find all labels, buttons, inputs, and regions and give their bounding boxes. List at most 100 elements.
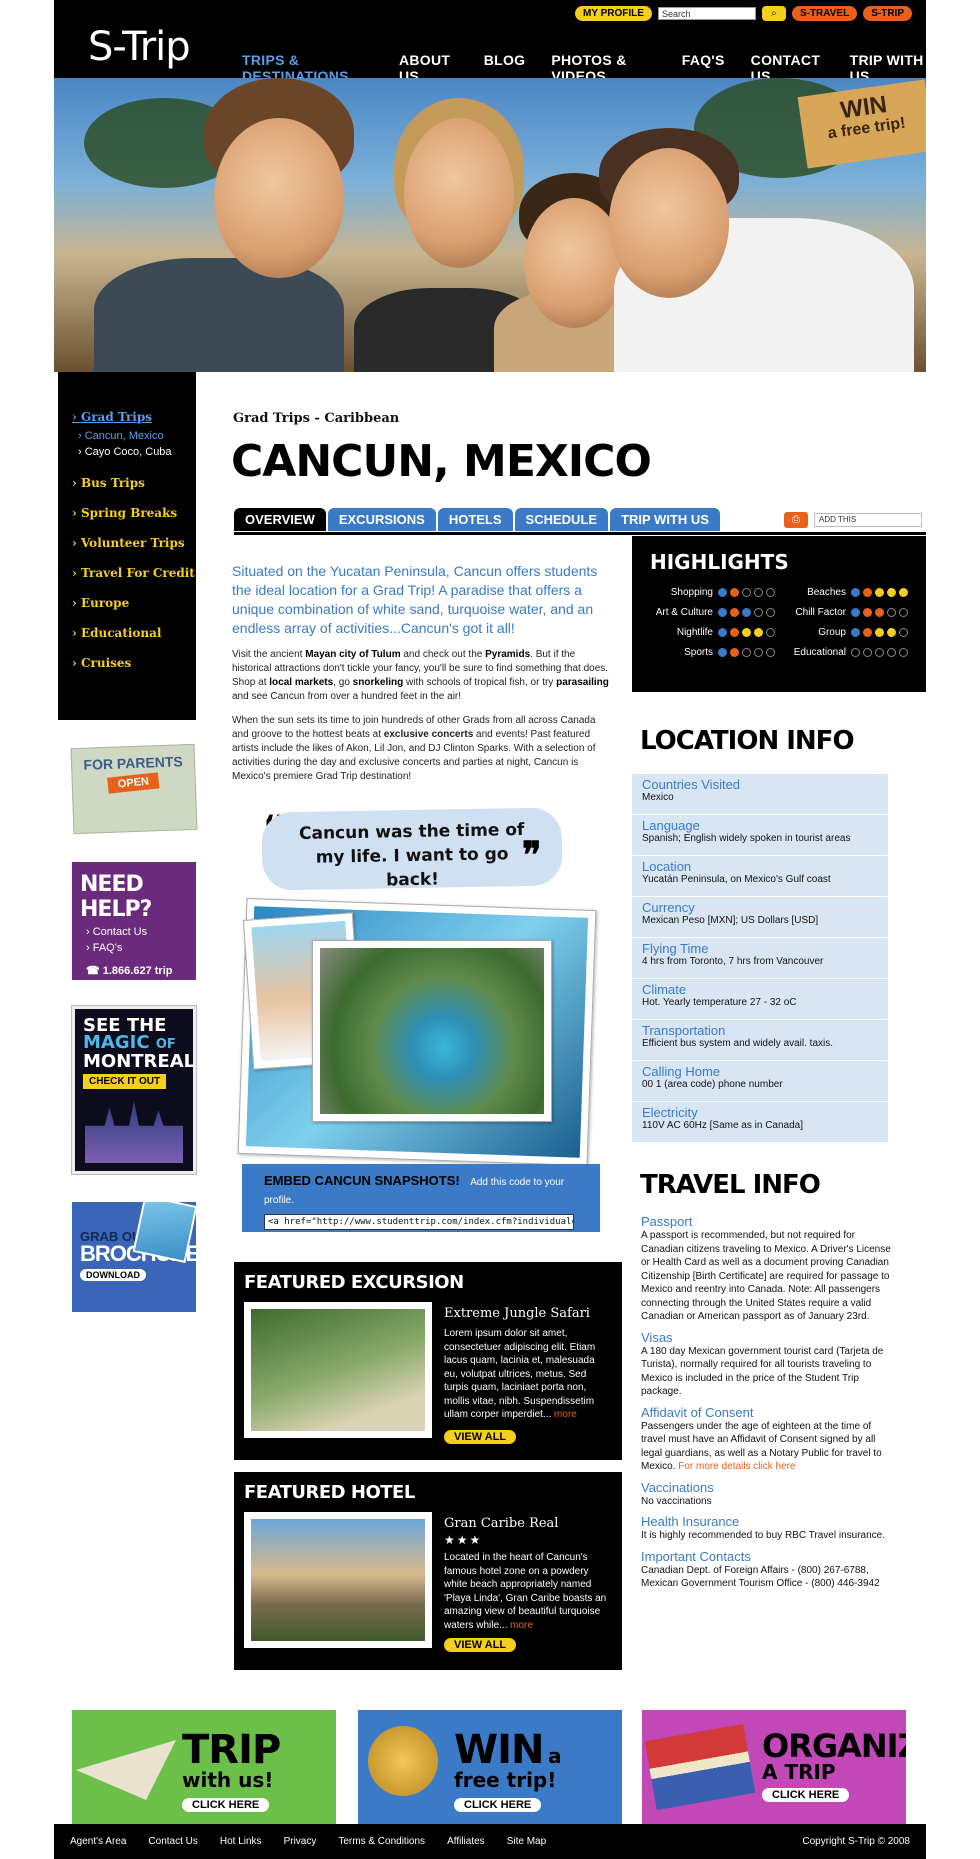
hotel-name[interactable]: Gran Caribe Real — [444, 1516, 610, 1531]
my-profile-button[interactable]: MY PROFILE — [575, 6, 652, 21]
rating-dot — [887, 627, 896, 637]
location-info-key: Currency — [642, 900, 695, 915]
rating-dot — [899, 587, 908, 597]
organize-trip-promo[interactable]: ORGANIZE A TRIP CLICK HERE — [642, 1710, 906, 1830]
vaccinations-heading: Vaccinations — [641, 1479, 714, 1495]
win-promo-click[interactable]: CLICK HERE — [454, 1798, 542, 1812]
visas-heading: Visas — [641, 1329, 673, 1345]
snapshots-collage[interactable] — [237, 897, 602, 1167]
brochure-download-button[interactable]: DOWNLOAD — [80, 1269, 146, 1281]
hotel-view-all-button[interactable]: VIEW ALL — [444, 1638, 517, 1652]
montreal-ad[interactable]: SEE THE MAGIC OF MONTREAL CHECK IT OUT — [72, 1006, 196, 1174]
important-contacts-line1: Canadian Dept. of Foreign Affairs - (800… — [641, 1564, 869, 1576]
tab-excursions[interactable]: EXCURSIONS — [327, 508, 436, 531]
organize-promo-click[interactable]: CLICK HERE — [762, 1788, 850, 1802]
rating-dot — [851, 607, 860, 617]
embed-snapshots-box: EMBED CANCUN SNAPSHOTS! Add this code to… — [242, 1164, 600, 1232]
brochure-photo — [132, 1202, 196, 1263]
highlight-row: Educational — [783, 644, 908, 660]
sidebar-subitem-cayo-coco[interactable]: › Cayo Coco, Cuba — [78, 446, 196, 458]
highlight-row: Nightlife — [650, 624, 775, 640]
footer-link-agents-area[interactable]: Agent's Area — [70, 1836, 126, 1847]
search-button[interactable]: ⌕ — [761, 6, 786, 21]
highlight-label: Sports — [684, 646, 713, 658]
important-contacts-line2: Mexican Government Tourism Office - (800… — [641, 1578, 880, 1589]
excursion-more-link[interactable]: more — [554, 1409, 577, 1420]
passport-heading: Passport — [641, 1214, 693, 1229]
rating-dot — [754, 647, 763, 657]
addthis-button[interactable]: ADD THIS — [814, 513, 922, 527]
location-info-item: Transportation Efficient bus system and w… — [632, 1020, 888, 1061]
location-info-value: 110V AC 60Hz [Same as in Canada] — [642, 1120, 804, 1131]
print-icon[interactable]: ⎙ — [784, 512, 808, 528]
affidavit-text: Passengers under the age of eighteen at … — [641, 1420, 882, 1473]
rating-dot — [875, 587, 884, 597]
highlight-rating — [718, 627, 775, 637]
rating-dot — [887, 607, 896, 617]
footer-link-terms[interactable]: Terms & Conditions — [338, 1836, 425, 1847]
sidebar-item-spring-breaks[interactable]: › Spring Breaks — [72, 506, 196, 520]
montreal-cta[interactable]: CHECK IT OUT — [83, 1074, 167, 1089]
sidebar-item-volunteer-trips[interactable]: › Volunteer Trips — [72, 536, 196, 550]
sidebar-item-educational[interactable]: › Educational — [72, 626, 196, 640]
excursion-view-all-button[interactable]: VIEW ALL — [444, 1429, 517, 1444]
hotel-photo[interactable] — [244, 1512, 432, 1648]
footer-link-affiliates[interactable]: Affiliates — [447, 1836, 485, 1847]
brochure-ad[interactable]: GRAB OUR BROCHURE! DOWNLOAD — [72, 1202, 196, 1312]
footer-link-site-map[interactable]: Site Map — [507, 1836, 546, 1847]
stravel-link[interactable]: S-TRAVEL — [791, 6, 858, 21]
location-info-item: Calling Home 00 1 (area code) phone numbe… — [632, 1061, 888, 1102]
sidebar-item-travel-for-credit[interactable]: › Travel For Credit — [72, 566, 196, 580]
montreal-magic: MAGIC — [83, 1032, 150, 1053]
rating-dot — [899, 607, 908, 617]
hotel-more-link[interactable]: more — [510, 1620, 533, 1631]
sidebar-item-europe[interactable]: › Europe — [72, 596, 196, 610]
trip-with-us-promo[interactable]: TRIP with us! CLICK HERE — [72, 1710, 336, 1830]
content-tabs: OVERVIEW EXCURSIONS HOTELS SCHEDULE TRIP… — [234, 508, 720, 531]
help-faq-link[interactable]: › FAQ's — [86, 942, 188, 954]
health-insurance-heading: Health Insurance — [641, 1514, 740, 1529]
sidebar-item-grad-trips[interactable]: › Grad Trips — [72, 410, 196, 424]
site-header: S-Trip MY PROFILE Search ⌕ S-TRAVEL S-TR… — [54, 0, 926, 88]
highlight-label: Shopping — [670, 586, 713, 598]
highlight-rating — [718, 587, 775, 597]
sidebar-subitem-cancun[interactable]: › Cancun, Mexico — [78, 430, 196, 442]
excursion-name[interactable]: Extreme Jungle Safari — [444, 1306, 610, 1321]
tab-schedule[interactable]: SCHEDULE — [514, 508, 609, 531]
open-button[interactable]: OPEN — [107, 772, 161, 794]
for-parents-envelope[interactable]: FOR PARENTS OPEN — [70, 743, 198, 835]
location-info-value: Mexican Peso [MXN]; US Dollars [USD] — [642, 915, 819, 926]
highlight-rating — [851, 587, 908, 597]
tab-hotels[interactable]: HOTELS — [437, 508, 513, 531]
featured-excursion: FEATURED EXCURSION Extreme Jungle Safari… — [234, 1262, 622, 1460]
sidebar-item-cruises[interactable]: › Cruises — [72, 656, 196, 670]
affidavit-details-link[interactable]: For more details click here — [678, 1461, 795, 1472]
tab-overview[interactable]: OVERVIEW — [234, 508, 326, 531]
gold-seal-icon — [368, 1726, 438, 1796]
help-contact-link[interactable]: › Contact Us — [86, 926, 188, 938]
utility-bar: MY PROFILE Search ⌕ S-TRAVEL S-TRIP — [575, 6, 912, 21]
location-info-item: Countries Visited Mexico — [632, 774, 888, 815]
strip-link[interactable]: S-TRIP — [863, 6, 912, 21]
embed-code-field[interactable]: <a href="http://www.studenttrip.com/inde… — [264, 1214, 574, 1230]
location-info-key: Electricity — [642, 1105, 698, 1120]
footer-link-hot-links[interactable]: Hot Links — [220, 1836, 262, 1847]
montreal-ad-title: SEE THE MAGIC OF MONTREAL — [83, 1017, 195, 1071]
location-info-item: Language Spanish; English widely spoken i… — [632, 815, 888, 856]
search-input[interactable]: Search — [657, 7, 756, 20]
sidebar-item-bus-trips[interactable]: › Bus Trips — [72, 476, 196, 490]
highlight-label: Chill Factor — [795, 606, 846, 618]
tab-trip-with-us[interactable]: TRIP WITH US — [610, 508, 720, 531]
footer-link-privacy[interactable]: Privacy — [284, 1836, 317, 1847]
site-footer: Agent's Area Contact Us Hot Links Privac… — [54, 1824, 926, 1859]
win-free-trip-promo[interactable]: WIN a free trip! CLICK HERE — [358, 1710, 622, 1830]
organize-promo-big: ORGANIZE — [762, 1727, 906, 1765]
excursion-photo[interactable] — [244, 1302, 432, 1438]
site-logo[interactable]: S-Trip — [88, 24, 191, 70]
vaccinations-text: No vaccinations — [641, 1495, 712, 1507]
win-promo-big: WIN — [454, 1727, 544, 1773]
trip-promo-click[interactable]: CLICK HERE — [182, 1798, 270, 1812]
footer-link-contact-us[interactable]: Contact Us — [148, 1836, 197, 1847]
person-face — [609, 148, 729, 298]
person-face — [404, 118, 514, 268]
